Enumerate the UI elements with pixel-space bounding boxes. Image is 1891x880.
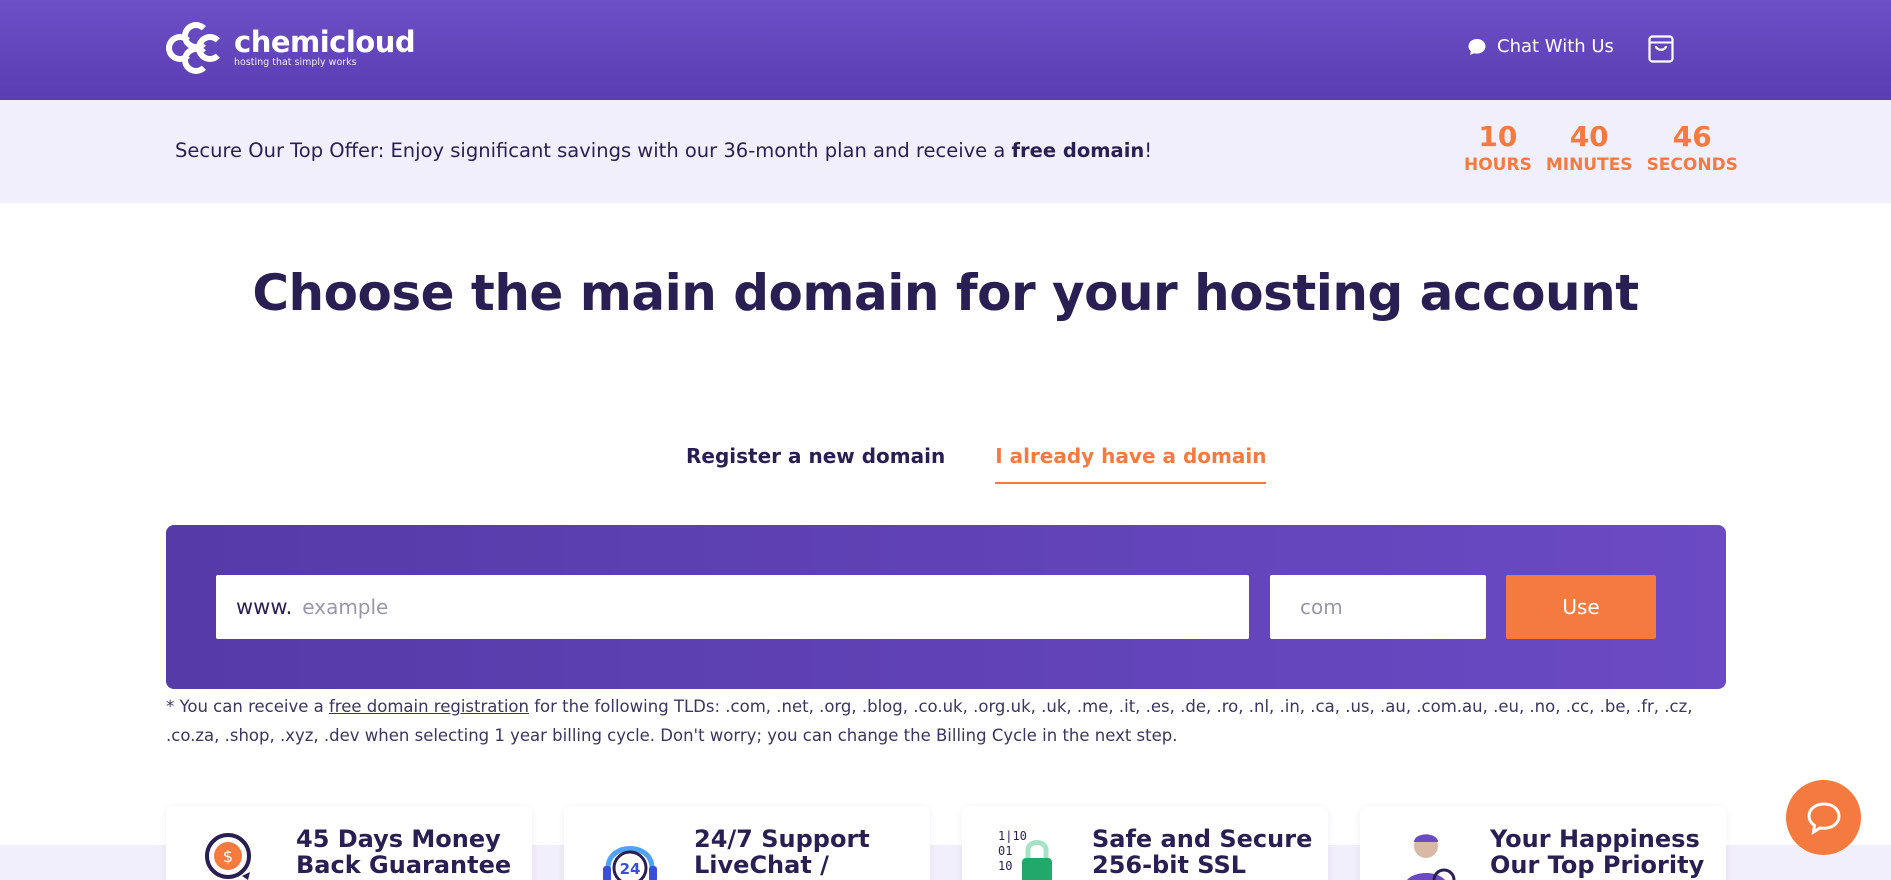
countdown-timer: 10 HOURS 40 MINUTES 46 SECONDS bbox=[1464, 120, 1752, 176]
lock-icon: 1|10 01 10 bbox=[998, 829, 1052, 880]
svg-text:1|10: 1|10 bbox=[998, 829, 1027, 843]
timer-seconds: 46 SECONDS bbox=[1647, 120, 1738, 176]
use-domain-button[interactable]: Use bbox=[1506, 575, 1656, 639]
shopping-bag-icon bbox=[1648, 35, 1674, 63]
note-text-start: * You can receive a bbox=[166, 697, 329, 716]
tab-already-have-domain[interactable]: I already have a domain bbox=[995, 444, 1267, 484]
offer-text-main: Secure Our Top Offer: Enjoy significant … bbox=[175, 139, 1012, 162]
timer-seconds-value: 46 bbox=[1672, 120, 1712, 153]
features-row: $ 45 Days Money Back Guarantee 24 24/7 S… bbox=[166, 806, 1758, 880]
tld-input-wrapper bbox=[1270, 575, 1486, 639]
money-back-icon: $ bbox=[205, 833, 251, 880]
chat-bubble-icon bbox=[1468, 38, 1486, 55]
domain-input-wrapper: www. bbox=[216, 575, 1249, 639]
feature-title-happiness: Your Happiness Our Top Priority bbox=[1490, 825, 1705, 879]
svg-text:24: 24 bbox=[620, 860, 641, 878]
feature-card-secure: 1|10 01 10 Safe and Secure 256-bit SSL bbox=[962, 806, 1328, 880]
domain-tabs: Register a new domain I already have a d… bbox=[686, 444, 1267, 484]
www-prefix: www. bbox=[236, 595, 293, 619]
timer-minutes-label: MINUTES bbox=[1545, 155, 1633, 175]
timer-minutes: 40 MINUTES bbox=[1546, 120, 1633, 176]
timer-seconds-label: SECONDS bbox=[1646, 155, 1738, 175]
feature-card-happiness: Your Happiness Our Top Priority bbox=[1360, 806, 1726, 880]
free-domain-registration-link[interactable]: free domain registration bbox=[329, 697, 529, 716]
chat-with-us-link[interactable]: Chat With Us bbox=[1467, 36, 1614, 57]
brand-tagline: hosting that simply works bbox=[234, 57, 357, 68]
offer-text-end: ! bbox=[1144, 139, 1153, 162]
domain-name-input[interactable] bbox=[302, 595, 1203, 619]
timer-hours-label: HOURS bbox=[1464, 155, 1532, 175]
free-domain-note: * You can receive a free domain registra… bbox=[166, 692, 1726, 750]
offer-text-bold: free domain bbox=[1011, 139, 1145, 162]
tab-register-new-domain[interactable]: Register a new domain bbox=[686, 444, 945, 484]
brand-name: chemicloud bbox=[234, 25, 416, 59]
page-title: Choose the main domain for your hosting … bbox=[252, 264, 1639, 322]
chemicloud-logo[interactable]: chemicloud hosting that simply works bbox=[166, 22, 416, 74]
svg-text:10: 10 bbox=[998, 859, 1012, 873]
top-header: chemicloud hosting that simply works Cha… bbox=[0, 0, 1891, 100]
timer-minutes-value: 40 bbox=[1569, 120, 1609, 153]
chat-with-us-label: Chat With Us bbox=[1497, 36, 1614, 57]
support-24-icon: 24 bbox=[603, 846, 657, 880]
domain-search-panel: www. Use bbox=[166, 525, 1726, 689]
live-chat-button[interactable] bbox=[1786, 780, 1861, 855]
feature-card-money-back: $ 45 Days Money Back Guarantee bbox=[166, 806, 532, 880]
tld-input[interactable] bbox=[1300, 595, 1470, 619]
chat-icon bbox=[1806, 801, 1841, 835]
feature-title-money-back: 45 Days Money Back Guarantee bbox=[296, 825, 512, 879]
logo-text: chemicloud hosting that simply works bbox=[234, 25, 416, 69]
person-icon bbox=[1407, 834, 1456, 880]
svg-text:$: $ bbox=[223, 847, 233, 866]
logo-mark-icon bbox=[166, 22, 226, 74]
svg-text:01: 01 bbox=[998, 844, 1012, 858]
feature-title-secure: Safe and Secure 256-bit SSL bbox=[1092, 825, 1313, 879]
cart-button[interactable] bbox=[1647, 34, 1675, 68]
offer-banner: Secure Our Top Offer: Enjoy significant … bbox=[0, 100, 1891, 203]
offer-text: Secure Our Top Offer: Enjoy significant … bbox=[175, 139, 1152, 162]
timer-hours-value: 10 bbox=[1478, 120, 1518, 153]
timer-hours: 10 HOURS bbox=[1464, 120, 1532, 176]
feature-card-support: 24 24/7 Support LiveChat / Tickets bbox=[564, 806, 930, 880]
feature-title-support: 24/7 Support LiveChat / Tickets bbox=[694, 825, 870, 880]
